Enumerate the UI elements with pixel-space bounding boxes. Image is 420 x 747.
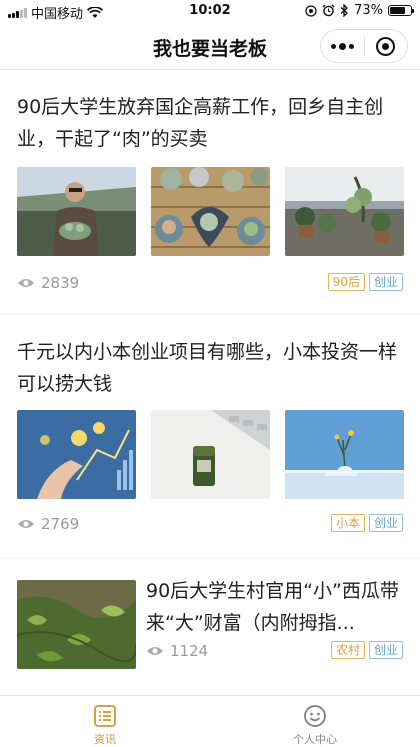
tag-badge[interactable]: 90后 (327, 273, 365, 291)
tab-label: 资讯 (94, 733, 116, 746)
view-count-value: 1124 (170, 642, 209, 660)
tab-news[interactable]: 资讯 (0, 696, 210, 747)
view-count: 2769 (17, 515, 79, 533)
close-miniprogram-button[interactable] (364, 30, 407, 62)
tab-label: 个人中心 (293, 733, 337, 746)
glass-vase-plant-photo (285, 410, 404, 499)
article-tags: 农村 创业 (330, 641, 403, 659)
tag-badge[interactable]: 创业 (368, 273, 403, 291)
eye-icon (18, 520, 34, 528)
view-count: 1124 (146, 642, 208, 660)
view-count-value: 2839 (41, 274, 80, 292)
smiley-face-icon (304, 705, 326, 727)
coin-stack-keyboard-photo (151, 410, 270, 499)
article-thumbnails (17, 167, 404, 256)
nav-bar: 我也要当老板 (0, 22, 420, 70)
article-title: 90后大学生放弃国企高薪工作，回乡自主创业，干起了“肉”的买卖 (17, 96, 384, 150)
man-holding-succulents-photo (17, 167, 136, 256)
alarm-icon (322, 4, 335, 17)
article-thumbnails (17, 410, 404, 499)
more-options-button[interactable] (321, 30, 364, 62)
status-right: 73% (305, 3, 414, 18)
tab-profile[interactable]: 个人中心 (210, 696, 420, 747)
bluetooth-icon (340, 4, 349, 17)
bottom-tab-bar: 资讯 个人中心 (0, 695, 420, 747)
news-list-icon (94, 705, 116, 727)
close-target-icon (376, 36, 396, 56)
view-count-value: 2769 (41, 515, 80, 533)
view-count: 2839 (17, 274, 79, 292)
article-tags: 90后 创业 (327, 273, 403, 291)
succulent-pots-photo (151, 167, 270, 256)
battery-icon (388, 5, 414, 16)
at-sign-icon (305, 4, 317, 17)
potted-plants-photo (285, 167, 404, 256)
tag-badge[interactable]: 农村 (330, 641, 365, 659)
article-card[interactable]: 90后大学生放弃国企高薪工作，回乡自主创业，干起了“肉”的买卖 2839 90后… (0, 71, 420, 314)
tag-badge[interactable]: 创业 (368, 641, 403, 659)
article-card[interactable]: 90后大学生村官用“小”西瓜带来“大”财富（内附拇指... 1124 农村 创业 (0, 559, 420, 694)
article-title: 90后大学生村官用“小”西瓜带来“大”财富（内附拇指... (146, 580, 399, 634)
eye-icon (18, 279, 34, 287)
tag-badge[interactable]: 创业 (368, 514, 403, 532)
article-card[interactable]: 千元以内小本创业项目有哪些，小本投资一样可以捞大钱 2769 小本 创业 (0, 315, 420, 558)
eye-icon (147, 647, 163, 655)
hand-with-coins-photo (17, 410, 136, 499)
article-tags: 小本 创业 (330, 514, 403, 532)
tag-badge[interactable]: 小本 (330, 514, 365, 532)
miniprogram-capsule (320, 29, 408, 63)
article-title: 千元以内小本创业项目有哪些，小本投资一样可以捞大钱 (17, 341, 398, 395)
battery-percent: 73% (354, 3, 383, 18)
status-bar: 中国移动 10:02 73% (0, 0, 420, 22)
watermelon-vines-photo (17, 580, 136, 669)
